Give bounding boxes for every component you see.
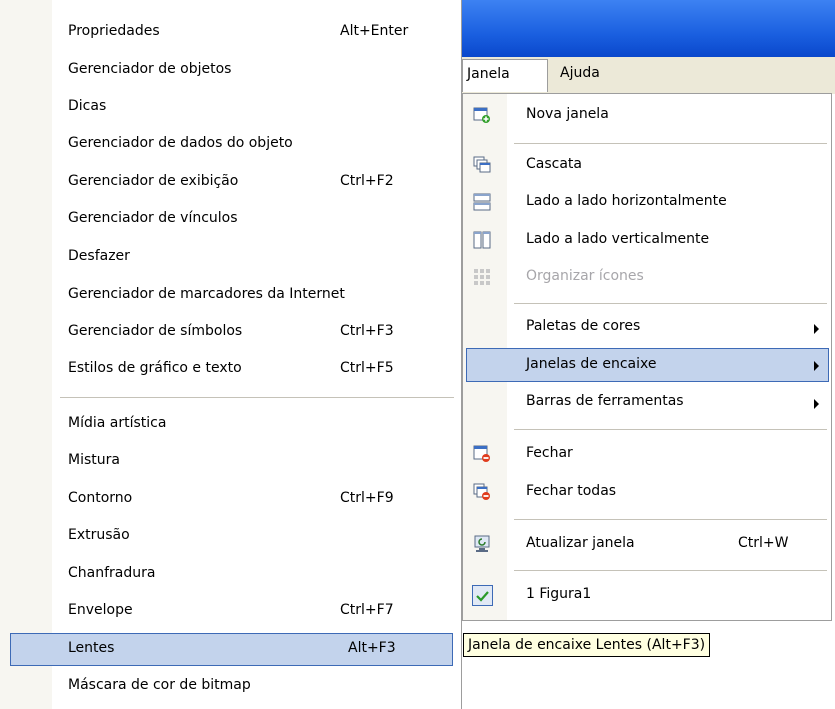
menu-item-propriedades[interactable]: Propriedades Alt+Enter bbox=[0, 16, 457, 50]
menu-separator bbox=[60, 397, 454, 398]
close-window-icon bbox=[473, 445, 490, 462]
menu-item-organizar-icones[interactable]: Organizar ícones bbox=[463, 260, 831, 296]
menu-item-mistura[interactable]: Mistura bbox=[0, 445, 457, 479]
menu-item-midia-artistica[interactable]: Mídia artística bbox=[0, 408, 457, 442]
menu-item-gerenciador-simbolos[interactable]: Gerenciador de símbolos Ctrl+F3 bbox=[0, 316, 457, 350]
janela-dropdown-menu: Nova janela Cascata Lado a lado horizont… bbox=[462, 93, 832, 621]
menu-ajuda[interactable]: Ajuda bbox=[560, 65, 600, 81]
menu-separator bbox=[514, 143, 827, 144]
menu-item-gerenciador-exibicao[interactable]: Gerenciador de exibição Ctrl+F2 bbox=[0, 166, 457, 200]
menu-item-lado-horizontal[interactable]: Lado a lado horizontalmente bbox=[463, 185, 831, 221]
menu-item-lentes[interactable]: Lentes Alt+F3 bbox=[10, 633, 453, 666]
window-title-bar bbox=[462, 0, 835, 57]
menu-item-fechar[interactable]: Fechar bbox=[463, 437, 831, 473]
menu-item-lado-vertical[interactable]: Lado a lado verticalmente bbox=[463, 223, 831, 259]
docker-windows-submenu: Propriedades Alt+Enter Gerenciador de ob… bbox=[0, 0, 462, 709]
menu-item-extrusao[interactable]: Extrusão bbox=[0, 520, 457, 554]
tile-horizontal-icon bbox=[473, 193, 491, 211]
menu-item-paletas-cores[interactable]: Paletas de cores bbox=[463, 310, 831, 346]
arrange-icons-icon bbox=[474, 269, 490, 285]
menu-item-contorno[interactable]: Contorno Ctrl+F9 bbox=[0, 483, 457, 517]
close-all-windows-icon bbox=[473, 483, 490, 500]
new-window-icon bbox=[473, 107, 490, 123]
submenu-arrow-icon bbox=[814, 324, 819, 334]
cascade-icon bbox=[473, 156, 491, 173]
refresh-window-icon bbox=[474, 535, 490, 552]
menu-item-atualizar-janela[interactable]: Atualizar janela Ctrl+W bbox=[463, 527, 831, 563]
menu-item-estilos-grafico-texto[interactable]: Estilos de gráfico e texto Ctrl+F5 bbox=[0, 353, 457, 387]
menu-item-gerenciador-vinculos[interactable]: Gerenciador de vínculos bbox=[0, 203, 457, 237]
menu-janela[interactable]: Janela bbox=[462, 59, 548, 92]
menu-item-figura1[interactable]: 1 Figura1 bbox=[463, 578, 831, 614]
menu-item-gerenciador-marcadores-internet[interactable]: Gerenciador de marcadores da Internet bbox=[0, 279, 457, 313]
menu-item-barras-ferramentas[interactable]: Barras de ferramentas bbox=[463, 385, 831, 421]
menu-item-nova-janela[interactable]: Nova janela bbox=[463, 98, 831, 134]
menu-item-dicas[interactable]: Dicas bbox=[0, 91, 457, 125]
tile-vertical-icon bbox=[473, 231, 491, 249]
menu-item-gerenciador-dados-objeto[interactable]: Gerenciador de dados do objeto bbox=[0, 128, 457, 162]
menu-item-gerenciador-objetos[interactable]: Gerenciador de objetos bbox=[0, 54, 457, 88]
menu-item-cascata[interactable]: Cascata bbox=[463, 148, 831, 184]
menu-item-chanfradura[interactable]: Chanfradura bbox=[0, 558, 457, 592]
menu-item-fechar-todas[interactable]: Fechar todas bbox=[463, 475, 831, 511]
menu-item-desfazer[interactable]: Desfazer bbox=[0, 241, 457, 275]
menu-separator bbox=[514, 429, 827, 430]
submenu-arrow-icon bbox=[814, 361, 819, 371]
tooltip: Janela de encaixe Lentes (Alt+F3) bbox=[463, 633, 711, 657]
menu-separator bbox=[514, 519, 827, 520]
checkmark-icon bbox=[472, 585, 493, 606]
menu-item-envelope[interactable]: Envelope Ctrl+F7 bbox=[0, 595, 457, 629]
menu-separator bbox=[514, 570, 827, 571]
menu-item-mascara-cor-bitmap[interactable]: Máscara de cor de bitmap bbox=[0, 670, 457, 704]
menu-separator bbox=[514, 303, 827, 304]
menu-item-janelas-encaixe[interactable]: Janelas de encaixe bbox=[466, 348, 829, 382]
menu-bar: Janela Ajuda bbox=[462, 57, 835, 94]
submenu-arrow-icon bbox=[814, 399, 819, 409]
